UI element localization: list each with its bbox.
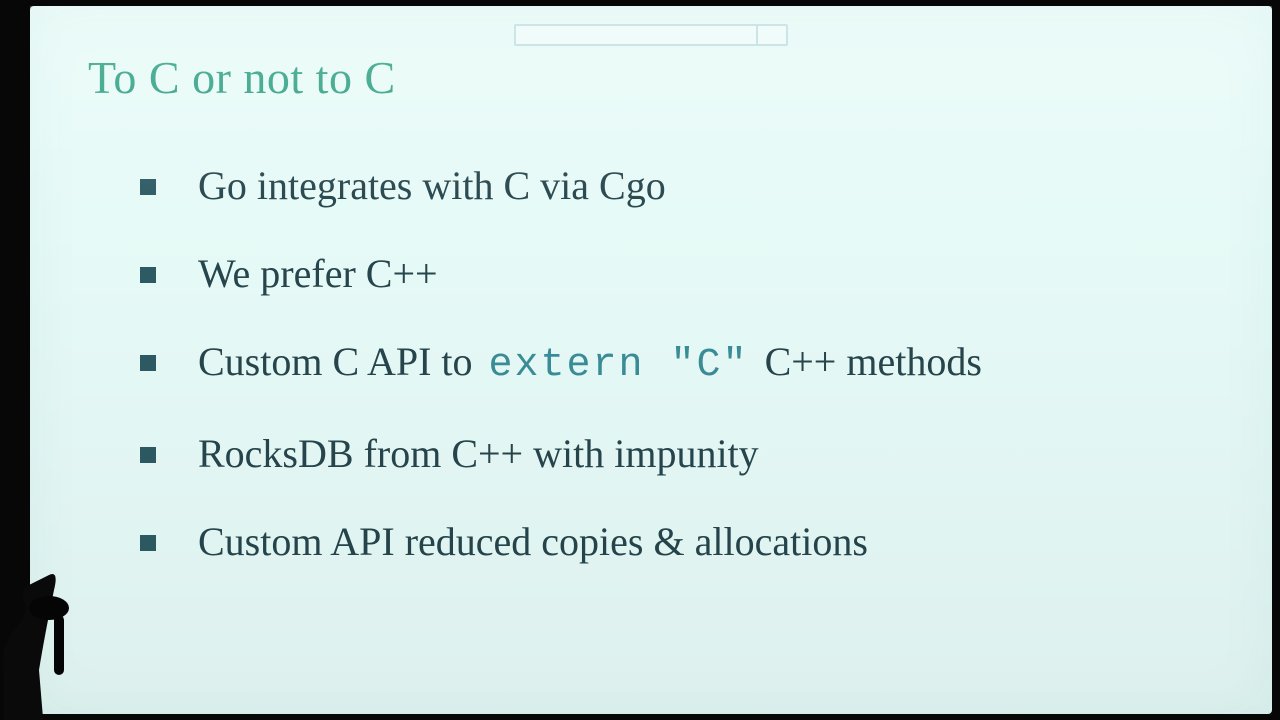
list-item: Custom API reduced copies & allocations <box>140 517 1232 567</box>
bullet-text: RocksDB from C++ with impunity <box>198 431 759 476</box>
projected-slide: To C or not to C Go integrates with C vi… <box>30 6 1272 714</box>
bullet-text: Go integrates with C via Cgo <box>198 163 666 208</box>
projector-ui-overlay <box>514 24 788 46</box>
bullet-text: Custom API reduced copies & allocations <box>198 519 868 564</box>
list-item: RocksDB from C++ with impunity <box>140 429 1232 479</box>
list-item: Go integrates with C via Cgo <box>140 161 1232 211</box>
list-item: We prefer C++ <box>140 249 1232 299</box>
bullet-text: Custom C API to <box>198 339 483 384</box>
slide-title: To C or not to C <box>88 51 396 104</box>
bullet-text: C++ methods <box>755 339 982 384</box>
video-frame: To C or not to C Go integrates with C vi… <box>0 0 1280 720</box>
list-item: Custom C API to extern "C" C++ methods <box>140 337 1232 391</box>
bullet-text: We prefer C++ <box>198 251 438 296</box>
slide-bullet-list: Go integrates with C via Cgo We prefer C… <box>140 161 1232 605</box>
code-span: extern "C" <box>483 343 755 388</box>
